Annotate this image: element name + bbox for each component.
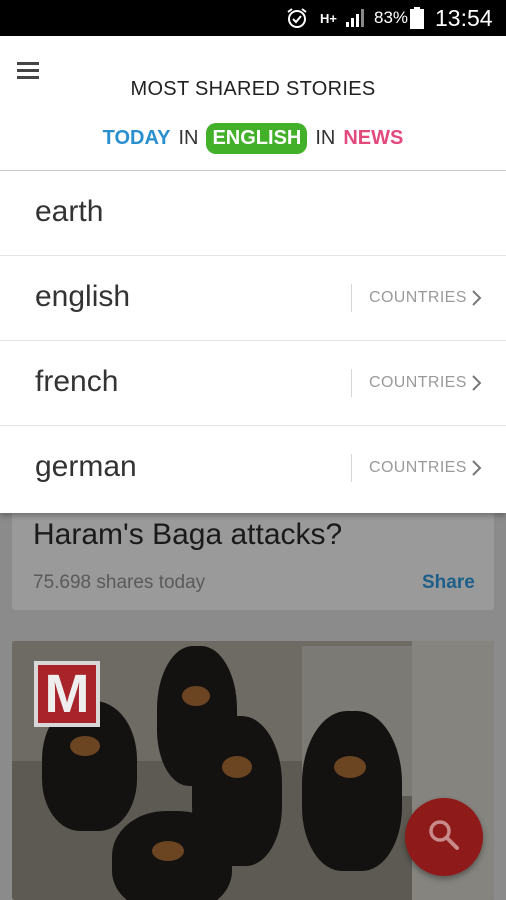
dog-figure (302, 711, 402, 871)
network-type: H+ (320, 10, 337, 26)
countries-link[interactable]: COUNTRIES (369, 289, 467, 307)
dropdown-item-label: german (35, 450, 137, 483)
page-title: MOST SHARED STORIES (130, 78, 376, 100)
language-filter[interactable]: ENGLISH (206, 122, 308, 154)
dropdown-item-french[interactable]: french COUNTRIES (0, 341, 506, 426)
dropdown-item-german[interactable]: german COUNTRIES (0, 426, 506, 513)
period-filter[interactable]: TODAY (103, 127, 171, 150)
language-dropdown: earth english COUNTRIES french COUNTRIES… (0, 171, 506, 513)
countries-link[interactable]: COUNTRIES (369, 374, 467, 392)
app-header: MOST SHARED STORIES TODAY IN ENGLISH IN … (0, 36, 506, 171)
chevron-right-icon[interactable] (470, 374, 484, 392)
countries-link[interactable]: COUNTRIES (369, 459, 467, 477)
dog-figure (112, 811, 232, 900)
search-button[interactable] (405, 798, 483, 876)
clock: 13:54 (435, 4, 493, 31)
story-title[interactable]: Haram's Baga attacks? (33, 518, 342, 552)
battery-percent: 83% (374, 8, 409, 27)
filter-connector: IN (178, 126, 199, 149)
battery-icon (410, 0, 426, 36)
filter-connector: IN (315, 126, 336, 149)
alarm-icon (285, 0, 311, 36)
dropdown-item-label: english (35, 280, 131, 313)
search-icon (427, 818, 461, 857)
divider (351, 454, 352, 482)
status-bar: H+ 83% 13:54 (0, 0, 506, 36)
chevron-right-icon[interactable] (470, 289, 484, 307)
category-filter[interactable]: NEWS (343, 127, 403, 150)
dropdown-item-label: earth (35, 195, 104, 228)
chevron-right-icon[interactable] (470, 459, 484, 477)
divider (351, 284, 352, 312)
publisher-logo: M (34, 661, 100, 727)
share-count: 75.698 shares today (33, 572, 206, 593)
filter-bar: TODAY IN ENGLISH IN NEWS (0, 120, 506, 156)
dropdown-item-english[interactable]: english COUNTRIES (0, 256, 506, 341)
share-button[interactable]: Share (422, 572, 475, 594)
dropdown-item-earth[interactable]: earth (0, 171, 506, 256)
dropdown-item-label: french (35, 365, 119, 398)
divider (351, 369, 352, 397)
signal-icon (345, 0, 367, 36)
